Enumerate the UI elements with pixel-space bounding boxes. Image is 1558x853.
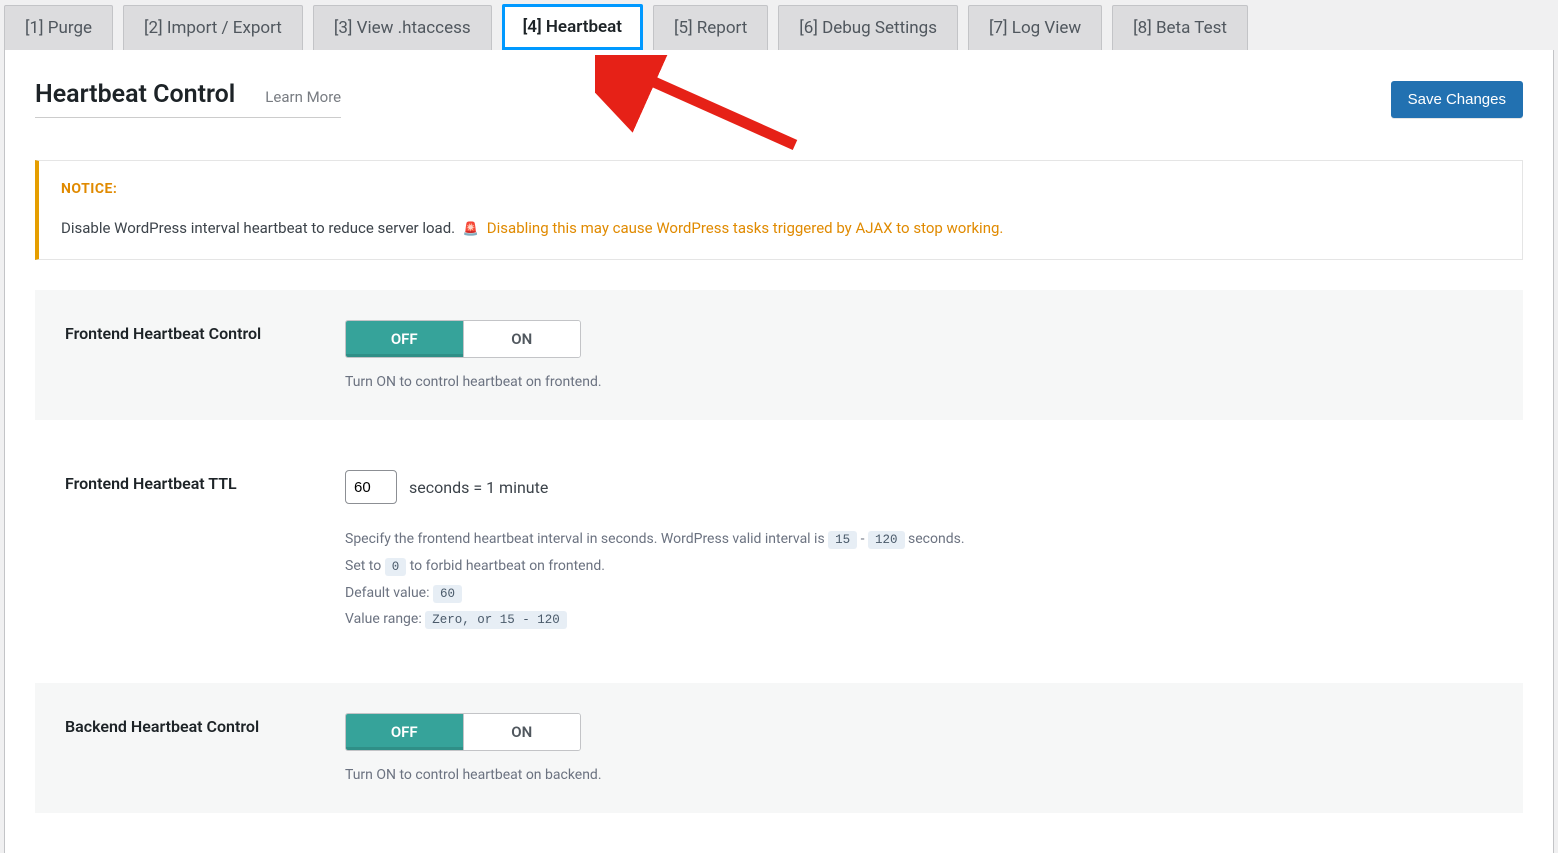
desc-text: Set to [345, 558, 381, 574]
tab-content: Heartbeat Control Learn More Save Change… [4, 50, 1554, 853]
save-changes-button[interactable]: Save Changes [1391, 81, 1523, 118]
tab-report[interactable]: [5] Report [653, 5, 768, 50]
toggle-off[interactable]: OFF [346, 321, 463, 357]
setting-backend-heartbeat-control: Backend Heartbeat Control OFF ON Turn ON… [35, 683, 1523, 813]
frontend-ttl-input[interactable] [345, 470, 397, 504]
ttl-description: Specify the frontend heartbeat interval … [345, 526, 1493, 633]
frontend-heartbeat-toggle[interactable]: OFF ON [345, 320, 581, 358]
toggle-on[interactable]: ON [463, 714, 581, 750]
notice-warning-text: Disabling this may cause WordPress tasks… [487, 219, 1004, 237]
desc-text: to forbid heartbeat on frontend. [410, 558, 605, 574]
tab-view-htaccess[interactable]: [3] View .htaccess [313, 5, 492, 50]
desc-text: Value range: [345, 611, 422, 627]
setting-frontend-heartbeat-ttl: Frontend Heartbeat TTL seconds = 1 minut… [35, 440, 1523, 663]
toggle-off[interactable]: OFF [346, 714, 463, 750]
code-chip: 120 [868, 531, 905, 549]
siren-icon: 🚨 [463, 222, 479, 237]
tab-import-export[interactable]: [2] Import / Export [123, 5, 303, 50]
code-chip: 15 [828, 531, 857, 549]
code-chip: Zero, or 15 - 120 [425, 611, 567, 629]
tab-debug-settings[interactable]: [6] Debug Settings [778, 5, 958, 50]
setting-label: Frontend Heartbeat TTL [65, 470, 285, 633]
desc-text: - [861, 531, 865, 547]
setting-hint: Turn ON to control heartbeat on backend. [345, 767, 1493, 783]
learn-more-link[interactable]: Learn More [265, 88, 341, 106]
setting-hint: Turn ON to control heartbeat on frontend… [345, 374, 1493, 390]
settings-tabs: [1] Purge [2] Import / Export [3] View .… [4, 4, 1554, 50]
code-chip: 0 [385, 558, 407, 576]
tab-beta-test[interactable]: [8] Beta Test [1112, 5, 1248, 50]
toggle-on[interactable]: ON [463, 321, 581, 357]
notice-text-main: Disable WordPress interval heartbeat to … [61, 219, 455, 237]
ttl-unit-text: seconds = 1 minute [409, 478, 548, 497]
notice-box: NOTICE: Disable WordPress interval heart… [35, 160, 1523, 260]
setting-frontend-heartbeat-control: Frontend Heartbeat Control OFF ON Turn O… [35, 290, 1523, 420]
notice-text: Disable WordPress interval heartbeat to … [61, 219, 1500, 237]
setting-label: Frontend Heartbeat Control [65, 320, 285, 390]
notice-heading: NOTICE: [61, 181, 1500, 197]
desc-text: Specify the frontend heartbeat interval … [345, 531, 825, 547]
backend-heartbeat-toggle[interactable]: OFF ON [345, 713, 581, 751]
page-title: Heartbeat Control [35, 80, 235, 109]
tab-purge[interactable]: [1] Purge [4, 5, 113, 50]
code-chip: 60 [433, 585, 462, 603]
desc-text: seconds. [908, 531, 965, 547]
tab-heartbeat[interactable]: [4] Heartbeat [502, 4, 643, 50]
setting-label: Backend Heartbeat Control [65, 713, 285, 783]
tab-log-view[interactable]: [7] Log View [968, 5, 1102, 50]
desc-text: Default value: [345, 585, 430, 601]
